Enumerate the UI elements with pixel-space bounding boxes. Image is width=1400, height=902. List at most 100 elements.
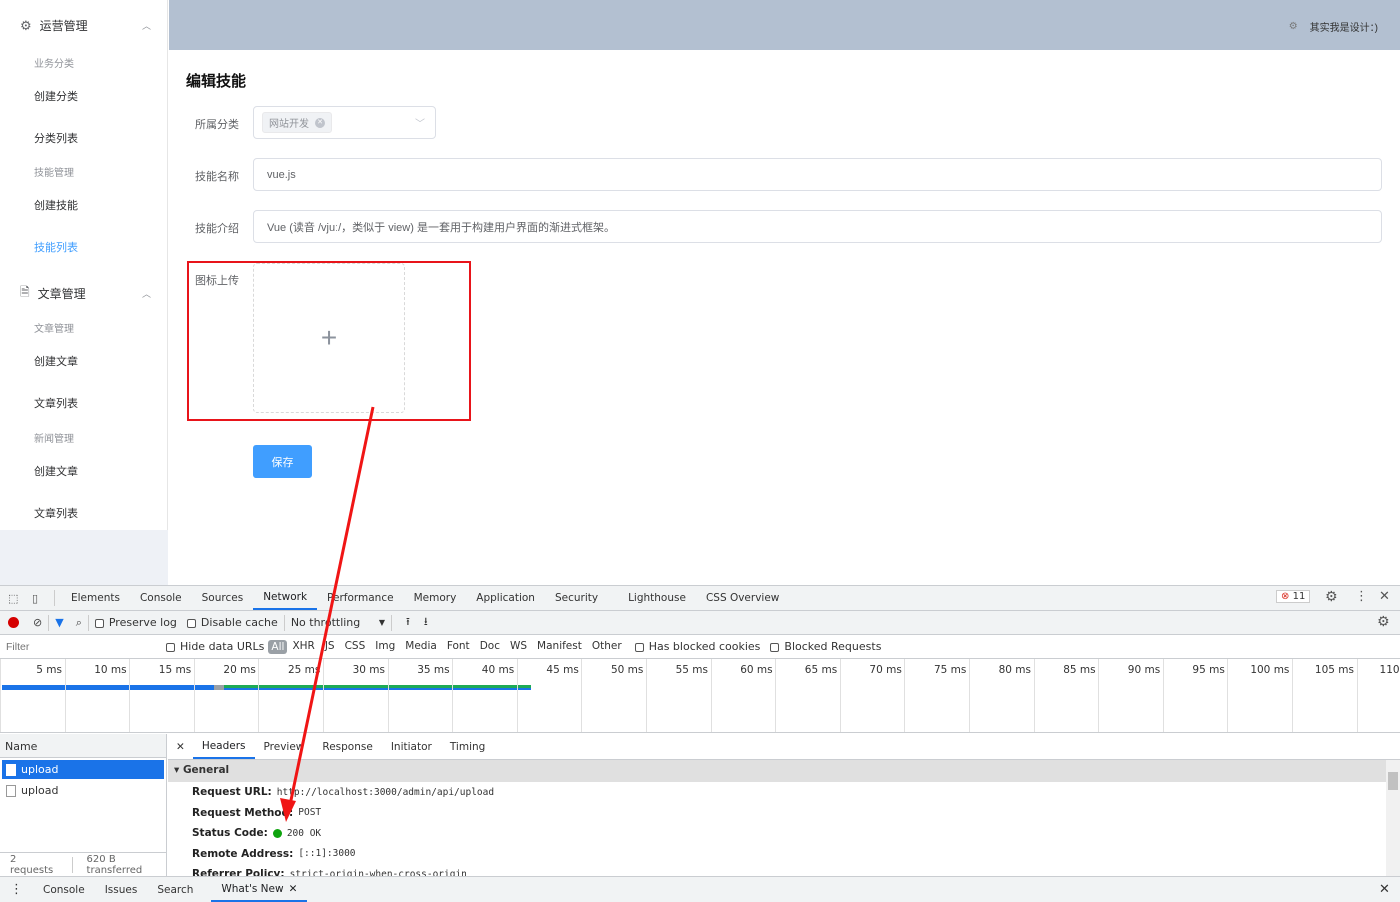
close-icon[interactable]: ✕ [1379,589,1390,604]
timeline-tick-label: 15 ms [129,659,194,732]
error-badge[interactable]: ⊗ 11 [1276,590,1311,603]
sidebar-item-news-list[interactable]: 文章列表 [34,505,78,521]
filter-icon[interactable]: ▼ [55,616,63,629]
timeline-tick-label: 80 ms [969,659,1034,732]
tab-sources[interactable]: Sources [192,586,254,610]
sidebar-item-skill-list[interactable]: 技能列表 [34,239,78,255]
tab-preview[interactable]: Preview [255,734,314,759]
general-headers: Request URL: http://localhost:3000/admin/… [168,782,1400,876]
sidebar: ⚙ 运营管理 ︿ 业务分类 创建分类 分类列表 技能管理 创建技能 技能列表 🗎 文章… [0,0,168,585]
status-ok-icon [272,828,282,838]
close-tab-icon[interactable]: ✕ [289,883,298,895]
filter-type-all[interactable]: All [268,639,288,654]
tab-performance[interactable]: Performance [317,586,404,610]
network-settings-icon[interactable]: ⚙ [1377,614,1390,630]
details-tabbar: ✕ Headers Preview Response Initiator Timing [168,734,1400,760]
tab-memory[interactable]: Memory [404,586,467,610]
request-row[interactable]: upload [2,781,164,800]
timeline-tick-label: 55 ms [646,659,711,732]
tab-elements[interactable]: Elements [61,586,130,610]
header-key: Status Code: [192,827,268,840]
search-icon[interactable]: ⌕ [76,616,82,630]
has-blocked-cookies-checkbox[interactable]: Has blocked cookies [634,640,760,653]
divider [54,590,55,606]
request-row[interactable]: upload [2,760,164,779]
menu-group-articles[interactable]: 🗎 文章管理 ︿ [20,283,151,304]
filter-type-js[interactable]: JS [320,640,340,654]
drawer-tab-console[interactable]: Console [33,877,95,902]
settings-icon[interactable]: ⚙ [1325,589,1338,605]
disable-cache-checkbox[interactable]: Disable cache [186,616,278,629]
close-details-icon[interactable]: ✕ [168,741,193,753]
filter-type-img[interactable]: Img [370,640,400,654]
save-button[interactable]: 保存 [253,445,312,478]
filter-type-media[interactable]: Media [400,640,442,654]
tab-console[interactable]: Console [130,586,192,610]
resource-type-filters: All XHR JS CSS Img Media Font Doc WS Manifest Othe… [268,639,627,654]
tab-css-overview[interactable]: CSS Overview [696,586,789,610]
tab-response[interactable]: Response [313,734,381,759]
tab-security[interactable]: Security [545,586,608,610]
sidebar-item-article-list[interactable]: 文章列表 [34,395,78,411]
header-value: [::1]:3000 [298,848,356,860]
filter-type-manifest[interactable]: Manifest [532,640,587,654]
file-icon [6,763,16,776]
more-icon[interactable]: ⋮ [1355,589,1368,604]
tab-initiator[interactable]: Initiator [382,734,441,759]
close-drawer-icon[interactable]: ✕ [1379,882,1390,897]
filter-type-doc[interactable]: Doc [475,640,505,654]
devtools-tabs: Elements Console Sources Network Performance… [61,586,789,610]
skill-name-input[interactable]: vue.js [253,158,1382,191]
sidebar-item-create-news[interactable]: 创建文章 [34,463,78,479]
network-overview-timeline[interactable]: 5 ms 10 ms 15 ms 20 ms 25 ms 30 ms 35 ms 40 ms 4… [0,659,1400,733]
tag-close-icon[interactable]: ✕ [315,117,325,128]
tab-application[interactable]: Application [466,586,545,610]
menu-section-title: 技能管理 [34,168,74,179]
drawer-tab-issues[interactable]: Issues [95,877,148,902]
divider [283,614,285,631]
hide-data-urls-checkbox[interactable]: Hide data URLs [166,640,264,653]
user-menu[interactable]: ⚙ 其实我是设计：) [1289,19,1378,34]
filter-type-ws[interactable]: WS [505,640,532,654]
general-section-header[interactable]: ▾ General [168,760,1386,782]
menu-group-operations[interactable]: ⚙ 运营管理 ︿ [20,17,151,34]
throttling-select[interactable]: No throttling [291,616,371,629]
record-icon[interactable] [8,617,19,628]
tab-headers[interactable]: Headers [192,734,255,759]
device-toolbar-icon[interactable]: ▯ [32,592,48,605]
drawer-tab-search[interactable]: Search [147,877,203,902]
export-har-icon[interactable]: ⭳ [424,613,428,632]
timeline-tick-label: 25 ms [258,659,323,732]
clear-icon[interactable]: ⊘ [33,616,42,629]
filter-type-css[interactable]: CSS [340,640,371,654]
category-select[interactable]: 网站开发 ✕ ﹀ [253,106,436,139]
sidebar-item-category-list[interactable]: 分类列表 [34,130,78,146]
header-value: 200 OK [286,827,322,839]
blocked-requests-checkbox[interactable]: Blocked Requests [770,640,881,653]
inspect-icon[interactable]: ⬚ [8,592,24,605]
drawer-tabbar: ⋮ Console Issues Search What's New ✕ ✕ [0,876,1400,902]
drawer-tab-label: What's New [221,882,284,895]
sidebar-item-create-article[interactable]: 创建文章 [34,353,78,369]
tab-timing[interactable]: Timing [441,734,494,759]
import-har-icon[interactable]: ⭱ [406,613,410,632]
filter-type-other[interactable]: Other [587,640,627,654]
tab-lighthouse[interactable]: Lighthouse [618,586,696,610]
scrollbar[interactable] [1386,760,1400,876]
filter-input[interactable] [2,637,154,656]
devtools-panel: ⬚ ▯ Elements Console Sources Network Perform… [0,585,1400,902]
sidebar-item-create-category[interactable]: 创建分类 [34,88,78,104]
filter-type-xhr[interactable]: XHR [287,640,319,654]
skill-intro-input[interactable]: Vue (读音 /vjuː/，类似于 view) 是一套用于构建用户界面的渐进式… [253,210,1382,243]
header-value: http://localhost:3000/admin/api/upload [276,786,495,798]
name-label: 技能名称 [195,171,239,183]
drawer-tab-what-s-new[interactable]: What's New ✕ [211,877,308,902]
menu-section-title: 新闻管理 [34,434,74,445]
timeline-tick-label: 95 ms [1162,659,1228,732]
tab-network[interactable]: Network [253,586,318,610]
preserve-log-checkbox[interactable]: Preserve log [94,616,177,629]
filter-type-font[interactable]: Font [442,640,475,654]
drawer-menu-icon[interactable]: ⋮ [0,882,33,897]
sidebar-item-create-skill[interactable]: 创建技能 [34,197,78,213]
name-column-header[interactable]: Name [0,734,166,758]
